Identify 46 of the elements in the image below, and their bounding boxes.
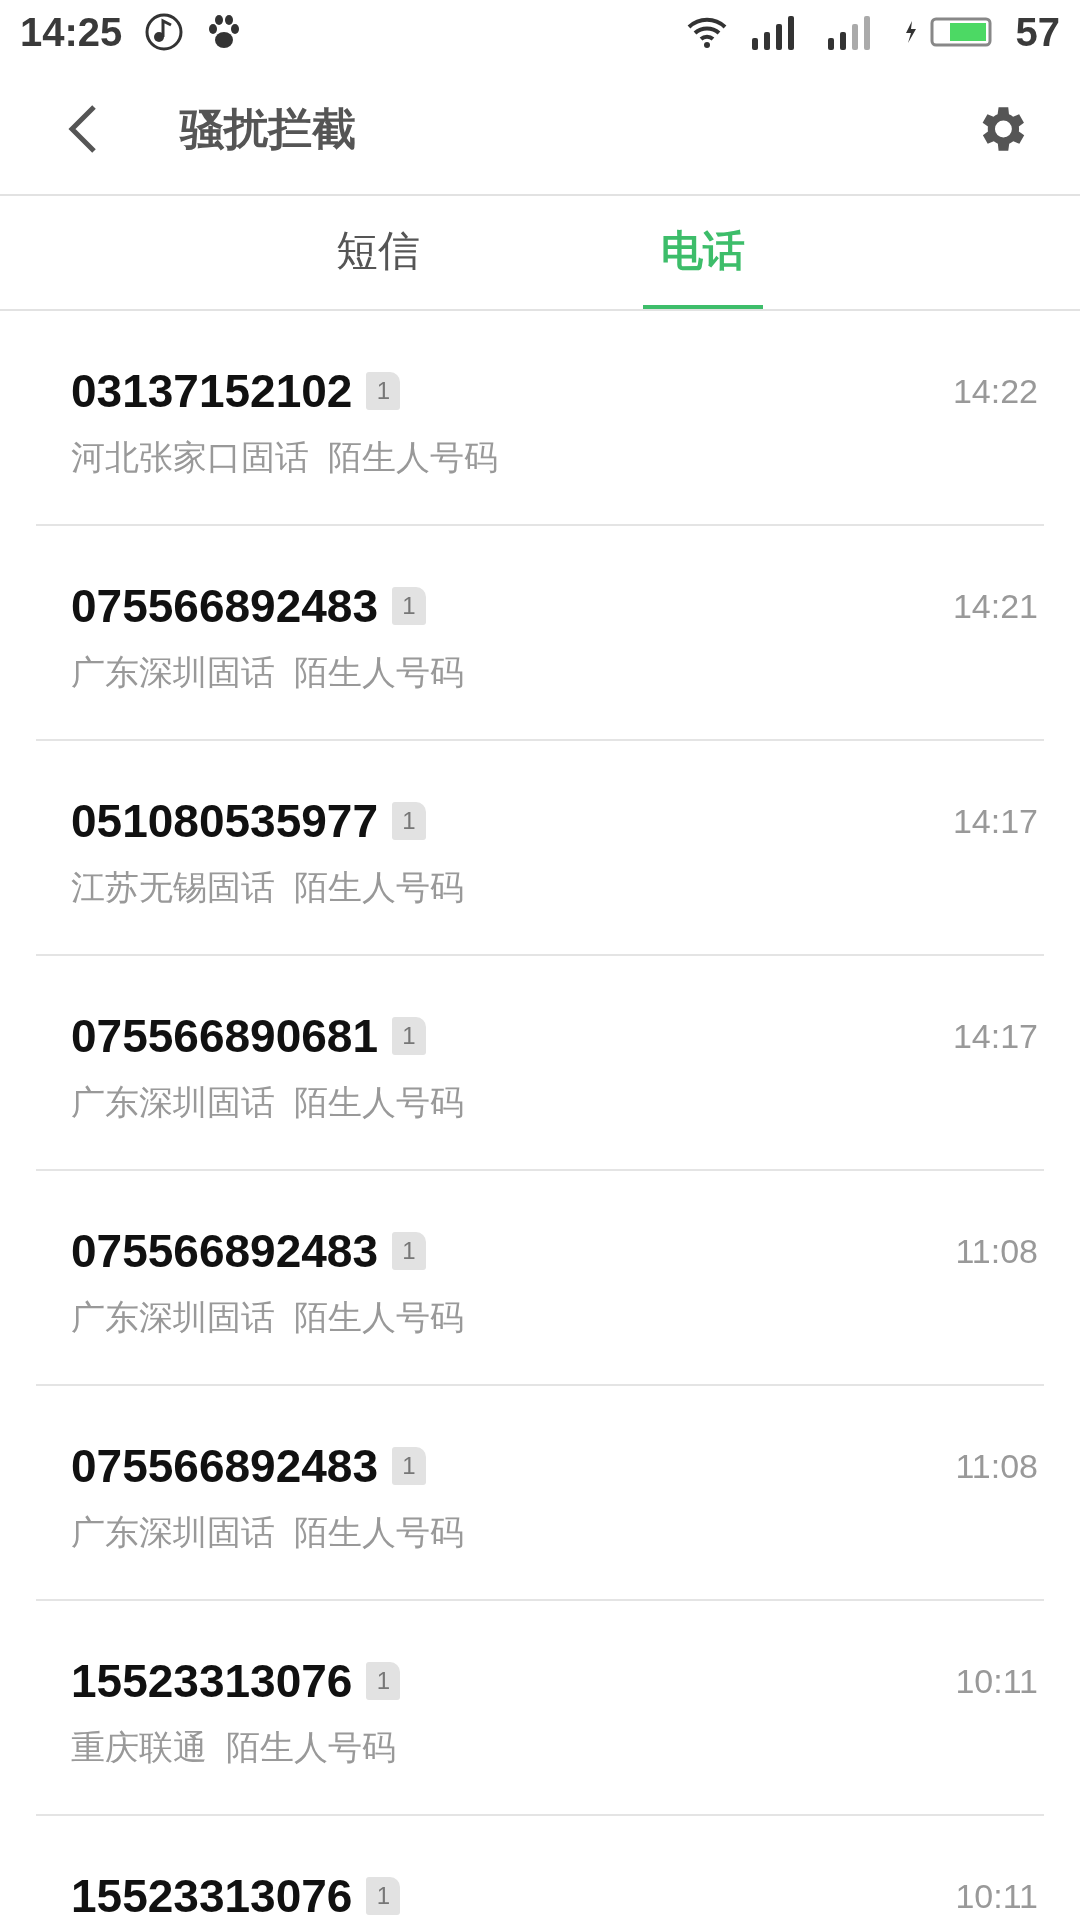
call-row[interactable]: 075566890681 1 广东深圳固话 陌生人号码 14:17 bbox=[36, 956, 1044, 1171]
phone-number: 051080535977 bbox=[71, 794, 378, 848]
call-row[interactable]: 075566892483 1 广东深圳固话 陌生人号码 14:21 bbox=[36, 526, 1044, 741]
tab[interactable]: 短信 bbox=[317, 196, 438, 309]
phone-number: 075566890681 bbox=[71, 1009, 378, 1063]
call-row[interactable]: 03137152102 1 河北张家口固话 陌生人号码 14:22 bbox=[36, 311, 1044, 526]
sim-badge: 1 bbox=[366, 1662, 401, 1700]
sim-badge: 1 bbox=[366, 372, 401, 410]
call-time: 10:11 bbox=[955, 1876, 1038, 1917]
call-time: 11:08 bbox=[955, 1446, 1038, 1487]
call-time: 10:11 bbox=[955, 1661, 1038, 1702]
phone-number: 03137152102 bbox=[71, 364, 353, 418]
sim-badge: 1 bbox=[392, 1447, 426, 1485]
sim-badge: 1 bbox=[392, 1232, 426, 1270]
wifi-icon bbox=[685, 15, 728, 49]
call-time: 14:21 bbox=[952, 586, 1038, 627]
caller-location: 广东深圳固话 陌生人号码 bbox=[71, 652, 465, 693]
sim-badge: 1 bbox=[392, 587, 426, 625]
phone-number: 15523313076 bbox=[71, 1869, 353, 1920]
status-time: 14:25 bbox=[20, 9, 123, 55]
call-time: 14:22 bbox=[952, 371, 1038, 412]
call-row[interactable]: 051080535977 1 江苏无锡固话 陌生人号码 14:17 bbox=[36, 741, 1044, 956]
page-title: 骚扰拦截 bbox=[180, 102, 357, 155]
sim-badge: 1 bbox=[366, 1877, 401, 1915]
music-icon bbox=[144, 12, 185, 52]
call-row[interactable]: 075566892483 1 广东深圳固话 陌生人号码 11:08 bbox=[36, 1171, 1044, 1386]
caller-location: 江苏无锡固话 陌生人号码 bbox=[71, 867, 465, 908]
battery-level: 57 bbox=[1015, 9, 1060, 55]
call-time: 14:17 bbox=[952, 1016, 1038, 1057]
caller-location: 广东深圳固话 陌生人号码 bbox=[71, 1082, 465, 1123]
call-row[interactable]: 15523313076 1 10:11 bbox=[36, 1816, 1044, 1920]
phone-number: 075566892483 bbox=[71, 579, 378, 633]
sim-badge: 1 bbox=[392, 802, 426, 840]
phone-number: 075566892483 bbox=[71, 1439, 378, 1493]
call-time: 11:08 bbox=[955, 1231, 1038, 1272]
sim-badge: 1 bbox=[392, 1017, 426, 1055]
caller-location: 广东深圳固话 陌生人号码 bbox=[71, 1297, 465, 1338]
back-button[interactable] bbox=[66, 104, 98, 154]
caller-location: 重庆联通 陌生人号码 bbox=[71, 1727, 397, 1768]
phone-number: 15523313076 bbox=[71, 1654, 353, 1708]
caller-location: 河北张家口固话 陌生人号码 bbox=[71, 437, 499, 478]
call-row[interactable]: 075566892483 1 广东深圳固话 陌生人号码 11:08 bbox=[36, 1386, 1044, 1601]
call-time: 14:17 bbox=[952, 801, 1038, 842]
phone-number: 075566892483 bbox=[71, 1224, 378, 1278]
caller-location: 广东深圳固话 陌生人号码 bbox=[71, 1512, 465, 1553]
call-row[interactable]: 15523313076 1 重庆联通 陌生人号码 10:11 bbox=[36, 1601, 1044, 1816]
